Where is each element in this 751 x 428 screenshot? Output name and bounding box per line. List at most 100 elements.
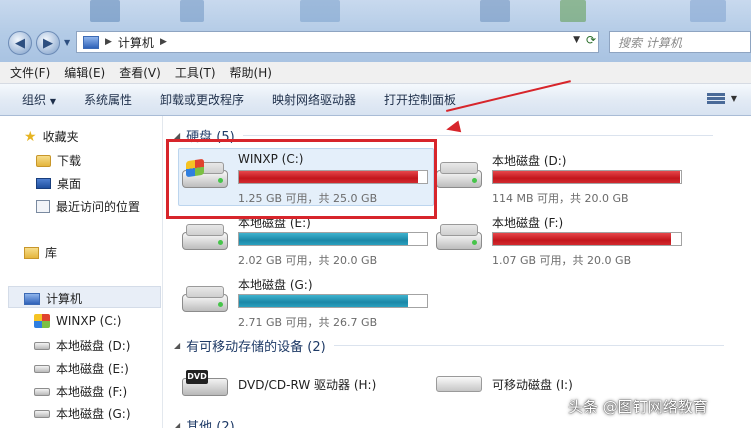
drive-capacity: 2.02 GB 可用，共 20.0 GB	[238, 254, 378, 267]
view-dropdown-icon[interactable]: ▼	[731, 94, 737, 103]
sidebar-item-label: 桌面	[57, 177, 82, 191]
sidebar-item-drive-d[interactable]: 本地磁盘 (D:)	[34, 337, 130, 354]
blurred-background	[480, 0, 510, 22]
drive-capacity: 1.07 GB 可用，共 20.0 GB	[492, 254, 632, 267]
drive-tile-e[interactable]: 本地磁盘 (E:) 2.02 GB 可用，共 20.0 GB	[182, 214, 432, 267]
back-arrow-icon: ◀	[15, 35, 25, 51]
star-icon: ★	[24, 128, 37, 145]
window-titlebar: ◀ ▶ ▼ ▶ 计算机 ▶ ▼ ⟳ 搜索 计算机	[0, 0, 751, 62]
system-properties-button[interactable]: 系统属性	[84, 91, 132, 108]
menu-edit[interactable]: 编辑(E)	[64, 64, 105, 81]
drive-name: 本地磁盘 (F:)	[492, 216, 564, 230]
group-other[interactable]: ◢ 其他 (2)	[174, 416, 235, 428]
history-dropdown-icon[interactable]: ▼	[64, 38, 70, 47]
hard-drive-icon	[34, 364, 50, 373]
breadcrumb-chevron-icon[interactable]: ▶	[160, 37, 167, 47]
computer-icon	[83, 35, 99, 49]
collapse-triangle-icon[interactable]: ◢	[174, 421, 180, 428]
sidebar-item-label: 本地磁盘 (F:)	[56, 385, 128, 399]
breadcrumb-location[interactable]: 计算机	[118, 34, 154, 51]
command-bar: 组织 ▼ 系统属性 卸载或更改程序 映射网络驱动器 打开控制面板 ▼	[0, 84, 751, 116]
hard-drive-icon	[34, 341, 50, 350]
computer-icon	[24, 292, 40, 305]
group-title: 有可移动存储的设备 (2)	[186, 340, 326, 355]
group-divider	[333, 345, 724, 346]
sidebar-item-drive-e[interactable]: 本地磁盘 (E:)	[34, 360, 129, 377]
view-options-icon[interactable]	[707, 92, 725, 108]
back-button[interactable]: ◀	[8, 31, 32, 55]
sidebar-item-label: 收藏夹	[42, 130, 79, 144]
navigation-pane: ★ 收藏夹 下载 桌面 最近访问的位置 库 计算机 WINXP (C:) 本地磁…	[0, 116, 163, 428]
desktop-icon	[36, 178, 51, 189]
drive-name: 本地磁盘 (G:)	[238, 278, 313, 292]
sidebar-item-recent-places[interactable]: 最近访问的位置	[36, 198, 140, 215]
sidebar-item-drive-f[interactable]: 本地磁盘 (F:)	[34, 383, 127, 400]
drive-usage-bar	[492, 232, 682, 246]
uninstall-program-button[interactable]: 卸载或更改程序	[160, 91, 244, 108]
recent-places-icon	[36, 200, 50, 213]
library-icon	[24, 246, 39, 259]
downloads-folder-icon	[36, 154, 51, 167]
sidebar-item-label: 本地磁盘 (D:)	[56, 339, 131, 353]
address-dropdown-icon[interactable]: ▼	[573, 35, 580, 45]
chevron-down-icon: ▼	[49, 97, 56, 106]
sidebar-item-favorites[interactable]: ★ 收藏夹	[24, 128, 79, 145]
drive-usage-fill	[493, 233, 672, 245]
refresh-icon[interactable]: ⟳	[586, 33, 596, 47]
sidebar-item-desktop[interactable]: 桌面	[36, 175, 81, 192]
sidebar-item-drive-g[interactable]: 本地磁盘 (G:)	[34, 405, 131, 422]
search-placeholder: 搜索 计算机	[618, 35, 682, 50]
drive-usage-bar	[238, 232, 428, 246]
drive-tile-f[interactable]: 本地磁盘 (F:) 1.07 GB 可用，共 20.0 GB	[436, 214, 686, 267]
organize-label: 组织	[22, 93, 47, 107]
sidebar-item-computer[interactable]: 计算机	[24, 290, 82, 307]
map-network-drive-button[interactable]: 映射网络驱动器	[272, 91, 356, 108]
drive-tile-dvd[interactable]: DVD DVD/CD-RW 驱动器 (H:)	[182, 362, 422, 406]
windows-drive-icon	[34, 314, 50, 328]
sidebar-item-drive-c[interactable]: WINXP (C:)	[34, 314, 121, 328]
removable-disk-icon	[436, 372, 482, 394]
blurred-background	[690, 0, 726, 22]
sidebar-item-label: WINXP (C:)	[56, 314, 122, 328]
forward-button[interactable]: ▶	[36, 31, 60, 55]
menu-view[interactable]: 查看(V)	[119, 64, 161, 81]
blurred-background	[90, 0, 120, 22]
collapse-triangle-icon[interactable]: ◢	[174, 341, 180, 350]
drive-capacity: 114 MB 可用，共 20.0 GB	[492, 192, 629, 205]
blurred-background	[560, 0, 586, 22]
group-removable-storage[interactable]: ◢ 有可移动存储的设备 (2)	[174, 336, 724, 355]
watermark-text: 头条 @图钉网络教育	[568, 398, 708, 416]
hard-drive-icon	[182, 284, 228, 314]
drive-name: DVD/CD-RW 驱动器 (H:)	[238, 378, 377, 392]
sidebar-item-label: 最近访问的位置	[56, 200, 141, 214]
forward-arrow-icon: ▶	[43, 35, 53, 51]
hard-drive-icon	[436, 160, 482, 190]
menu-file[interactable]: 文件(F)	[10, 64, 50, 81]
hard-drive-icon	[436, 222, 482, 252]
drive-tile-d[interactable]: 本地磁盘 (D:) 114 MB 可用，共 20.0 GB	[436, 152, 686, 205]
menu-tools[interactable]: 工具(T)	[175, 64, 216, 81]
menu-help[interactable]: 帮助(H)	[230, 64, 272, 81]
open-control-panel-button[interactable]: 打开控制面板	[384, 91, 456, 108]
menu-bar: 文件(F) 编辑(E) 查看(V) 工具(T) 帮助(H)	[0, 62, 751, 84]
breadcrumb-chevron-icon[interactable]: ▶	[105, 37, 112, 47]
drive-usage-bar	[238, 294, 428, 308]
sidebar-item-label: 下载	[57, 154, 82, 168]
drive-tile-g[interactable]: 本地磁盘 (G:) 2.71 GB 可用，共 26.7 GB	[182, 276, 432, 329]
drive-name: 本地磁盘 (D:)	[492, 154, 567, 168]
drive-capacity: 2.71 GB 可用，共 26.7 GB	[238, 316, 378, 329]
group-divider	[242, 135, 713, 136]
blurred-background	[300, 0, 340, 22]
address-bar[interactable]: ▶ 计算机 ▶ ▼ ⟳	[76, 31, 599, 53]
drive-usage-fill	[493, 171, 680, 183]
search-input[interactable]: 搜索 计算机	[609, 31, 751, 53]
group-title: 其他 (2)	[186, 420, 235, 428]
sidebar-item-label: 本地磁盘 (G:)	[56, 407, 131, 421]
sidebar-item-downloads[interactable]: 下载	[36, 152, 81, 169]
sidebar-item-label: 库	[45, 246, 58, 260]
hard-drive-icon	[182, 222, 228, 252]
sidebar-item-library[interactable]: 库	[24, 244, 57, 261]
drive-name: 可移动磁盘 (I:)	[492, 378, 573, 392]
organize-button[interactable]: 组织 ▼	[22, 91, 56, 108]
sidebar-item-label: 计算机	[46, 292, 83, 306]
